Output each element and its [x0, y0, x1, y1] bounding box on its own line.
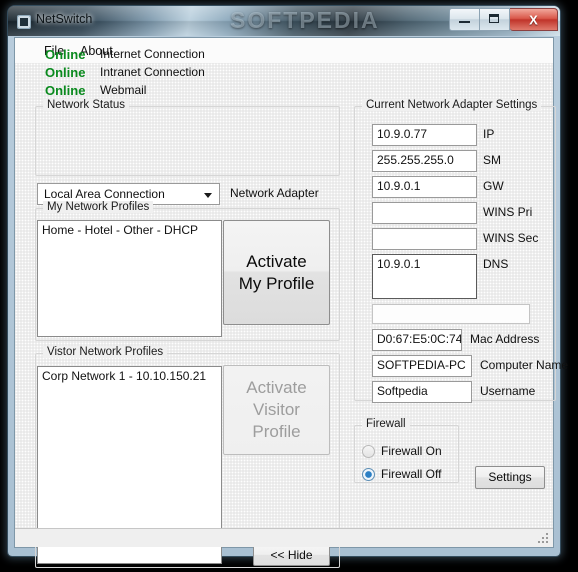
minimize-button[interactable] [449, 8, 480, 31]
menu-bar: File About [15, 38, 553, 64]
settings-button[interactable]: Settings [475, 466, 545, 489]
status-state-internet: Online [45, 47, 86, 62]
activate-my-profile-button[interactable]: Activate My Profile [223, 220, 330, 325]
network-adapter-label: Network Adapter [230, 186, 319, 200]
network-status-group: Network Status [35, 99, 340, 176]
network-adapter-value: Local Area Connection [44, 187, 165, 201]
window-title: NetSwitch [36, 12, 93, 26]
hide-button[interactable]: << Hide [253, 544, 330, 566]
firewall-on-label: Firewall On [381, 444, 442, 458]
application-window: SOFTPEDIA NetSwitch X File About Network… [8, 6, 568, 568]
close-icon: X [529, 12, 538, 27]
activate-visitor-profile-line1: Activate [246, 378, 307, 398]
status-label-intranet: Intranet Connection [100, 65, 205, 79]
my-profiles-list[interactable]: Home - Hotel - Other - DHCP [37, 220, 222, 337]
app-icon [17, 15, 31, 29]
close-button[interactable]: X [510, 8, 558, 31]
gateway-label: GW [483, 179, 504, 193]
computer-name-label: Computer Name [480, 358, 569, 372]
activate-my-profile-line2: My Profile [238, 273, 315, 293]
computer-name-field[interactable]: SOFTPEDIA-PC [372, 355, 472, 377]
wins-secondary-field[interactable] [372, 228, 477, 250]
list-item[interactable]: Home - Hotel - Other - DHCP [38, 221, 221, 238]
ip-field[interactable]: 10.9.0.77 [372, 124, 477, 146]
status-state-webmail: Online [45, 83, 86, 98]
list-item[interactable]: Corp Network 1 - 10.10.150.21 [38, 367, 221, 384]
activate-visitor-profile-line2: Visitor [253, 400, 300, 420]
activate-my-profile-line1: Activate [246, 251, 307, 271]
adapter-settings-legend: Current Network Adapter Settings [362, 99, 542, 111]
radio-checked-icon [362, 468, 375, 481]
username-field[interactable]: Softpedia [372, 381, 472, 403]
my-profiles-legend: My Network Profiles [43, 201, 154, 213]
wins-primary-label: WINS Pri [483, 205, 533, 219]
status-label-webmail: Webmail [100, 83, 147, 97]
maximize-icon [489, 14, 499, 23]
mac-address-field[interactable]: D0:67:E5:0C:74:02 [372, 329, 462, 351]
status-label-internet: Internet Connection [100, 47, 205, 61]
minimize-icon [459, 21, 470, 23]
chevron-down-icon [204, 193, 212, 198]
activate-visitor-profile-line3: Profile [252, 421, 301, 441]
dns-field[interactable]: 10.9.0.1 [372, 254, 477, 299]
username-label: Username [480, 384, 536, 398]
dns-label: DNS [483, 257, 509, 271]
softpedia-watermark: SOFTPEDIA [230, 7, 380, 33]
resize-grip[interactable] [538, 533, 550, 545]
subnet-mask-field[interactable]: 255.255.255.0 [372, 150, 477, 172]
client-area: File About Network Status Online Interne… [14, 37, 568, 568]
gateway-field[interactable]: 10.9.0.1 [372, 176, 477, 198]
firewall-off-label: Firewall Off [381, 467, 442, 481]
status-state-intranet: Online [45, 65, 86, 80]
activate-visitor-profile-button[interactable]: Activate Visitor Profile [223, 365, 330, 455]
mac-address-label: Mac Address [470, 332, 540, 346]
network-status-legend: Network Status [43, 99, 129, 111]
wins-secondary-label: WINS Sec [483, 231, 539, 245]
visitor-profiles-legend: Vistor Network Profiles [43, 346, 168, 358]
radio-unchecked-icon [362, 445, 375, 458]
title-bar[interactable]: SOFTPEDIA NetSwitch X [8, 6, 560, 36]
ip-label: IP [483, 127, 495, 141]
unlabeled-field[interactable] [372, 304, 530, 324]
window-controls: X [449, 8, 558, 31]
subnet-mask-label: SM [483, 153, 501, 167]
wins-primary-field[interactable] [372, 202, 477, 224]
firewall-legend: Firewall [362, 418, 410, 430]
status-bar [15, 528, 553, 547]
maximize-button[interactable] [480, 8, 510, 31]
